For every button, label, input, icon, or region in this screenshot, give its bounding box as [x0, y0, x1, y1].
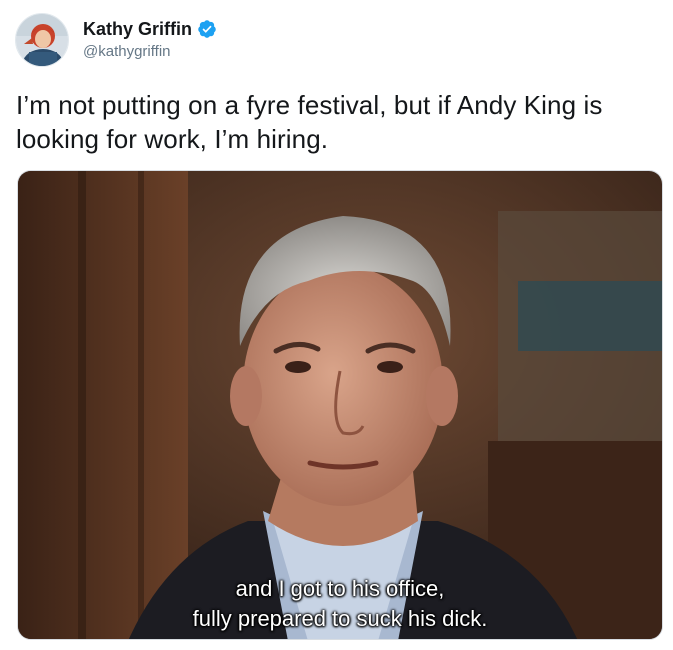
avatar[interactable] [15, 13, 69, 67]
tweet-text: I’m not putting on a fyre festival, but … [16, 90, 603, 154]
author-display-name[interactable]: Kathy Griffin [83, 18, 192, 40]
name-row: Kathy Griffin [83, 18, 217, 40]
tweet-card: Kathy Griffin @kathygriffin I’m not putt… [0, 0, 673, 650]
tweet-media-image[interactable]: and I got to his office, fully prepared … [17, 170, 663, 640]
author-handle[interactable]: @kathygriffin [83, 42, 217, 62]
video-subtitle-line-1: and I got to his office, [235, 576, 445, 601]
verified-badge-icon [197, 19, 217, 39]
video-subtitle-line-2: fully prepared to suck his dick. [192, 606, 488, 631]
tweet-header: Kathy Griffin @kathygriffin [15, 12, 217, 68]
author-names: Kathy Griffin @kathygriffin [83, 18, 217, 62]
